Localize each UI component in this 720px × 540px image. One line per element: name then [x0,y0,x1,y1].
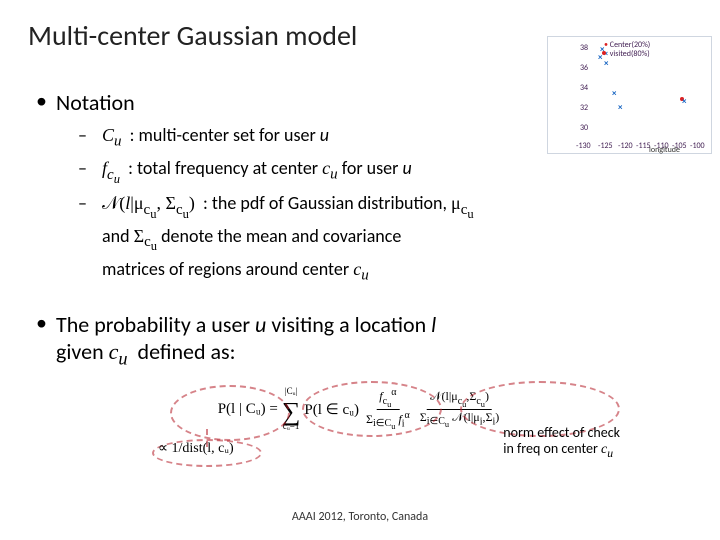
bullet-icon: • [36,311,56,335]
formula-block: P(l | Cᵤ) = |Cᵤ| ∑ cᵤ=1 P(l ∈ cᵤ) fcuα Σ… [80,381,640,461]
annotation-ellipse [302,381,442,437]
proportional-note: ∝ 1/dist(l, cᵤ) [158,440,234,457]
list-item: – 𝒩(l|μcu, Σcu) : the pdf of Gaussian di… [78,190,720,287]
scatter-plot: • Center(20%) × visited(80%) 38 36 34 32… [547,36,712,154]
right-annotation: norm effect of check in freq on center c… [503,425,620,460]
annotation-ellipse [170,385,290,441]
probability-heading: • The probability a user u visiting a lo… [0,289,720,369]
footer-text: AAAI 2012, Toronto, Canada [292,510,428,524]
legend: • Center(20%) × visited(80%) [604,41,650,59]
bullet-icon: • [36,89,56,113]
list-item: – fcu : total frequency at center cu for… [78,155,720,188]
